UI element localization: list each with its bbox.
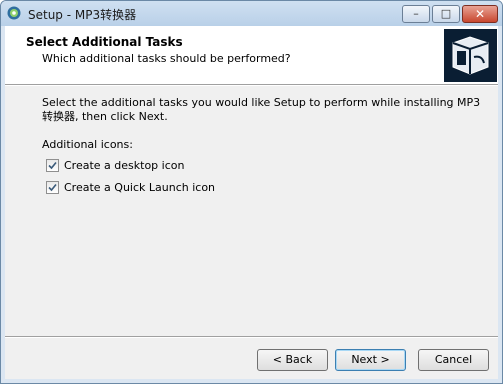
close-icon: ✕ bbox=[474, 7, 486, 21]
checkmark-icon bbox=[48, 183, 57, 192]
desktop-icon-label: Create a desktop icon bbox=[64, 159, 185, 172]
footer-divider bbox=[5, 336, 498, 338]
desktop-icon-checkbox[interactable] bbox=[46, 159, 59, 172]
app-icon bbox=[7, 6, 21, 20]
quick-launch-label: Create a Quick Launch icon bbox=[64, 181, 216, 194]
title-bar[interactable]: Setup - MP3转换器 – □ ✕ bbox=[1, 1, 502, 26]
quick-launch-checkbox[interactable] bbox=[46, 181, 59, 194]
additional-icons-label: Additional icons: bbox=[42, 138, 133, 151]
task-description: Select the additional tasks you would li… bbox=[42, 96, 481, 123]
maximize-icon: □ bbox=[440, 7, 452, 20]
close-button[interactable]: ✕ bbox=[462, 5, 498, 23]
checkmark-icon bbox=[48, 161, 57, 170]
page-subtitle: Which additional tasks should be perform… bbox=[42, 52, 291, 65]
window-title: Setup - MP3转换器 bbox=[28, 8, 137, 22]
next-button[interactable]: Next > bbox=[335, 349, 406, 371]
wizard-header: Select Additional Tasks Which additional… bbox=[5, 26, 498, 84]
wizard-client-area: Select Additional Tasks Which additional… bbox=[5, 26, 498, 379]
setup-window: Setup - MP3转换器 – □ ✕ Select Additional T… bbox=[0, 0, 503, 384]
page-title: Select Additional Tasks bbox=[26, 35, 183, 49]
minimize-icon: – bbox=[413, 7, 419, 20]
cancel-button[interactable]: Cancel bbox=[418, 349, 489, 371]
maximize-button[interactable]: □ bbox=[432, 5, 460, 23]
installer-box-icon bbox=[444, 29, 497, 82]
back-button[interactable]: < Back bbox=[257, 349, 328, 371]
header-divider bbox=[5, 84, 498, 86]
minimize-button[interactable]: – bbox=[402, 5, 430, 23]
